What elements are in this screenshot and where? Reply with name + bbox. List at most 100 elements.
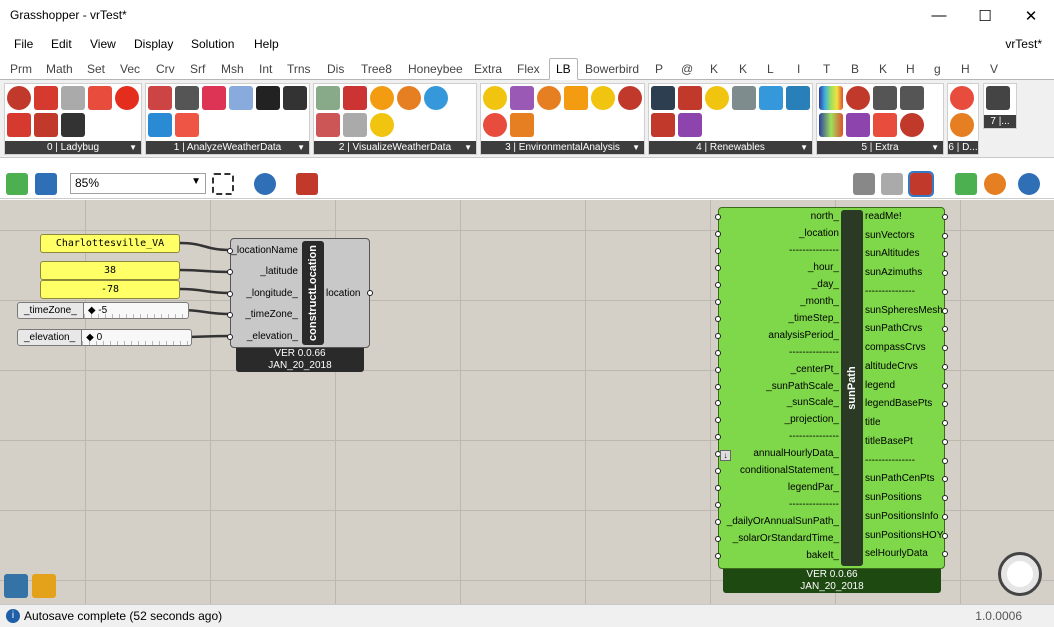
sunpath-input[interactable]: _sunPathScale_ [766, 381, 839, 392]
input-grip[interactable] [227, 269, 233, 275]
surface-icon[interactable] [316, 86, 340, 110]
tab-i[interactable]: I [797, 62, 800, 76]
person-icon[interactable] [900, 86, 924, 110]
output-grip[interactable] [367, 290, 373, 296]
sunpath-output[interactable]: title [865, 417, 881, 428]
ladybug-icon[interactable] [61, 86, 85, 110]
tab-set[interactable]: Set [87, 62, 105, 76]
input-grip[interactable] [715, 230, 721, 237]
output-grip[interactable] [942, 214, 948, 220]
slider-timezone[interactable]: _timeZone_ ◆ -5 [17, 301, 189, 320]
input-grip[interactable] [715, 553, 721, 560]
tab-int[interactable]: Int [259, 62, 272, 76]
ribbon-group-label[interactable]: 4 | Renewables ▼ [649, 141, 812, 154]
sunpath-input[interactable]: analysisPeriod_ [768, 330, 839, 341]
sunpath-input[interactable]: annualHourlyData_ [753, 448, 839, 459]
tab-p[interactable]: P [655, 62, 663, 76]
output-grip[interactable] [942, 551, 948, 558]
output-grip[interactable] [942, 363, 948, 370]
ribbon-group-label[interactable]: 5 | Extra ▼ [817, 141, 943, 154]
ladybug-icon[interactable] [7, 86, 31, 110]
sunpath-input[interactable]: _dailyOrAnnualSunPath_ [727, 516, 839, 527]
wind-rose-icon[interactable] [397, 86, 421, 110]
sunpath-input[interactable]: _solarOrStandardTime_ [733, 533, 839, 544]
tab-t[interactable]: T [823, 62, 830, 76]
input-grip[interactable] [715, 366, 721, 373]
material-icon[interactable] [984, 173, 1006, 195]
sphere-icon[interactable] [1018, 173, 1040, 195]
tab-vec[interactable]: Vec [120, 62, 140, 76]
curve-icon[interactable] [148, 113, 172, 137]
input-location-name[interactable]: _locationName [231, 245, 298, 256]
tab-k3[interactable]: K [879, 62, 887, 76]
tab-bowerbird[interactable]: Bowerbird [585, 62, 639, 76]
tab-at[interactable]: @ [681, 62, 693, 76]
output-grip[interactable] [942, 288, 948, 295]
slider-elevation[interactable]: _elevation_ ◆ 0 [17, 328, 193, 347]
output-grip[interactable] [942, 307, 948, 314]
sunpath-output[interactable]: sunPositionsHOY [865, 530, 943, 541]
tab-h1[interactable]: H [906, 62, 915, 76]
person-icon[interactable] [873, 86, 897, 110]
thermometer-icon[interactable] [202, 86, 226, 110]
sunpath-output[interactable]: sunPositionsInfo [865, 511, 938, 522]
refresh-icon[interactable] [846, 86, 870, 110]
menu-file[interactable]: File [14, 37, 33, 51]
tab-k2[interactable]: K [739, 62, 747, 76]
output-grip[interactable] [942, 326, 948, 333]
open-file-icon[interactable] [6, 173, 28, 195]
grasshopper-canvas[interactable]: Charlottesville_VA 38 -78 _timeZone_ ◆ -… [0, 200, 1054, 604]
input-elevation[interactable]: _elevation_ [247, 331, 298, 342]
input-grip[interactable] [227, 248, 233, 254]
close-button[interactable]: ✕ [1008, 0, 1054, 31]
ribbon-group-label[interactable]: 1 | AnalyzeWeatherData ▼ [146, 141, 309, 154]
output-grip[interactable] [942, 270, 948, 277]
navigation-wheel-icon[interactable] [998, 552, 1042, 596]
tab-flex[interactable]: Flex [517, 62, 540, 76]
sunpath-output[interactable]: sunPositions [865, 492, 922, 503]
input-grip[interactable] [227, 291, 233, 297]
sunpath-output[interactable]: legendBasePts [865, 398, 932, 409]
sunpath-output[interactable]: compassCrvs [865, 342, 926, 353]
input-grip[interactable] [715, 264, 721, 271]
output-location[interactable]: location [326, 288, 360, 299]
tap-icon[interactable] [732, 86, 756, 110]
sunpath-input[interactable]: _location [799, 228, 839, 239]
text-icon[interactable] [61, 113, 85, 137]
zoom-select[interactable]: 85% ▼ [70, 173, 206, 194]
input-latitude[interactable]: _latitude [260, 266, 298, 277]
ribbon-group-label[interactable]: 7 |... [984, 115, 1016, 128]
water-icon[interactable] [759, 86, 783, 110]
ladybug-icon[interactable] [34, 113, 58, 137]
bake-icon[interactable] [955, 173, 977, 195]
person-icon[interactable] [175, 113, 199, 137]
sun-icon[interactable] [705, 86, 729, 110]
text-icon[interactable] [175, 86, 199, 110]
sun-icon[interactable] [900, 113, 924, 137]
sunpath-output[interactable]: sunAzimuths [865, 267, 922, 278]
legend-icon[interactable] [819, 113, 843, 137]
input-grip[interactable] [715, 332, 721, 339]
output-grip[interactable] [942, 345, 948, 352]
maximize-button[interactable]: ☐ [962, 0, 1008, 31]
minimize-button[interactable]: — [916, 0, 962, 31]
output-grip[interactable] [942, 438, 948, 445]
power-icon[interactable] [651, 113, 675, 137]
slider-track[interactable]: ◆ -5 [83, 302, 189, 319]
ribbon-group-label[interactable]: 2 | VisualizeWeatherData ▼ [314, 141, 476, 154]
tab-l[interactable]: L [767, 62, 774, 76]
input-grip[interactable] [715, 315, 721, 322]
sunpath-output[interactable]: sunVectors [865, 230, 914, 241]
sunpath-input[interactable]: _centerPt_ [791, 364, 839, 375]
pv-panel-icon[interactable] [651, 86, 675, 110]
input-grip[interactable] [715, 383, 721, 390]
panel-latitude[interactable]: 38 [40, 261, 180, 280]
panel-icon[interactable] [510, 113, 534, 137]
input-timezone[interactable]: _timeZone_ [245, 309, 298, 320]
sunpath-component[interactable]: sunPath north_ _location --------------- _h… [715, 207, 948, 593]
input-grip[interactable] [715, 298, 721, 305]
factory-icon[interactable] [678, 86, 702, 110]
sunpath-input[interactable]: conditionalStatement_ [740, 465, 839, 476]
sunpath-output[interactable]: altitudeCrvs [865, 361, 918, 372]
panel-location-name[interactable]: Charlottesville_VA [40, 234, 180, 253]
